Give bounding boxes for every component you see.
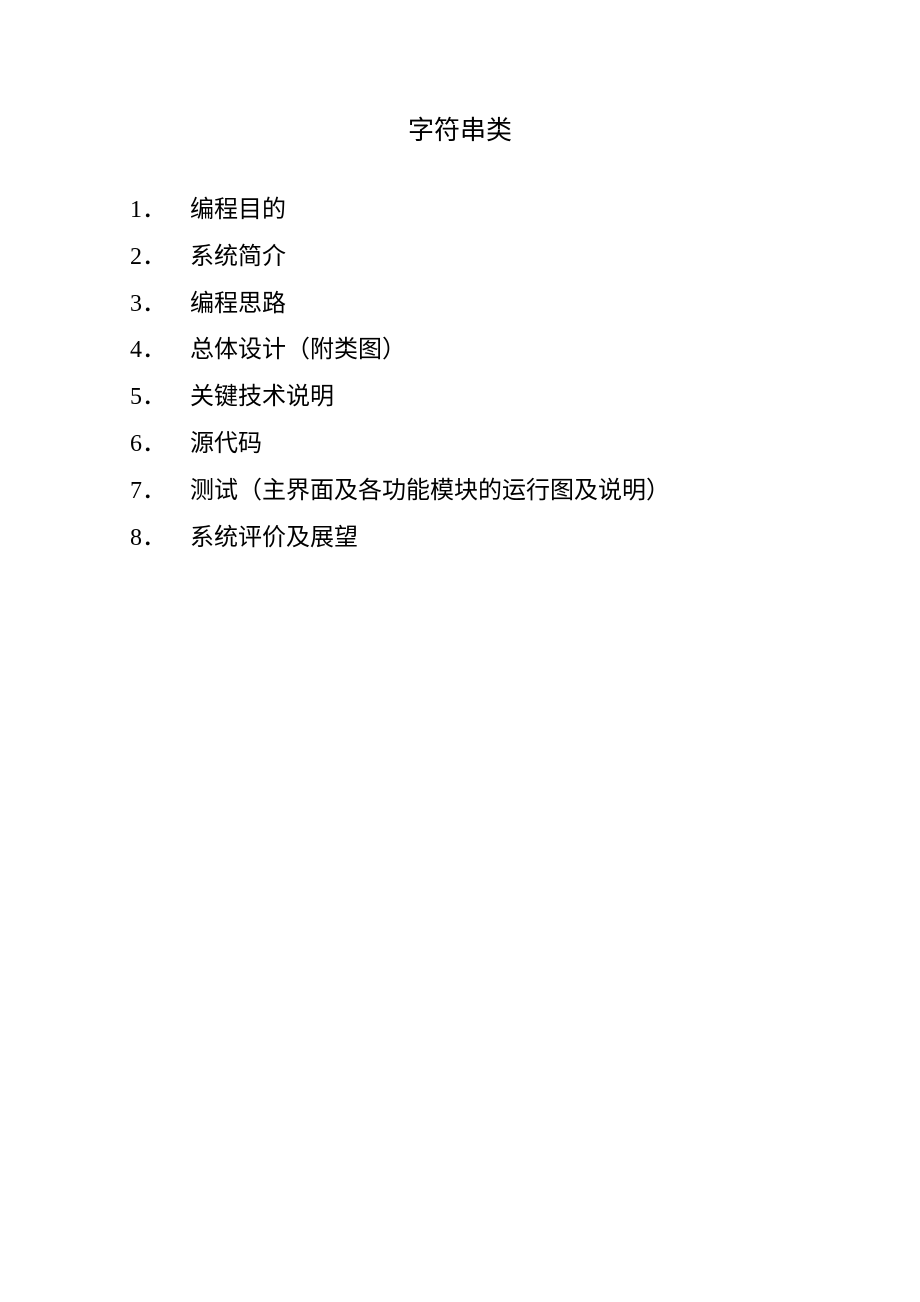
toc-item: 2． 系统简介 — [130, 234, 790, 281]
toc-item: 8． 系统评价及展望 — [130, 515, 790, 562]
toc-item-number: 8． — [130, 515, 190, 562]
toc-item-number: 5． — [130, 374, 190, 421]
toc-item-text: 系统简介 — [190, 234, 286, 281]
toc-item-number: 7． — [130, 468, 190, 515]
toc-item-number: 1． — [130, 187, 190, 234]
toc-item-text: 源代码 — [190, 421, 262, 468]
page-title: 字符串类 — [130, 110, 790, 147]
toc-item-number: 2． — [130, 234, 190, 281]
toc-item: 3． 编程思路 — [130, 281, 790, 328]
toc-item: 7． 测试（主界面及各功能模块的运行图及说明） — [130, 468, 790, 515]
toc-item-number: 3． — [130, 281, 190, 328]
toc-item: 4． 总体设计（附类图） — [130, 327, 790, 374]
toc-item-text: 系统评价及展望 — [190, 515, 358, 562]
toc-item: 6． 源代码 — [130, 421, 790, 468]
toc-item-number: 4． — [130, 327, 190, 374]
toc-item-text: 关键技术说明 — [190, 374, 334, 421]
toc-item-text: 测试（主界面及各功能模块的运行图及说明） — [190, 468, 670, 515]
toc-item-text: 总体设计（附类图） — [190, 327, 406, 374]
toc-item: 5． 关键技术说明 — [130, 374, 790, 421]
toc-item: 1． 编程目的 — [130, 187, 790, 234]
toc-item-text: 编程思路 — [190, 281, 286, 328]
table-of-contents: 1． 编程目的 2． 系统简介 3． 编程思路 4． 总体设计（附类图） 5． … — [130, 187, 790, 561]
toc-item-number: 6． — [130, 421, 190, 468]
toc-item-text: 编程目的 — [190, 187, 286, 234]
document-page: 字符串类 1． 编程目的 2． 系统简介 3． 编程思路 4． 总体设计（附类图… — [0, 0, 920, 561]
